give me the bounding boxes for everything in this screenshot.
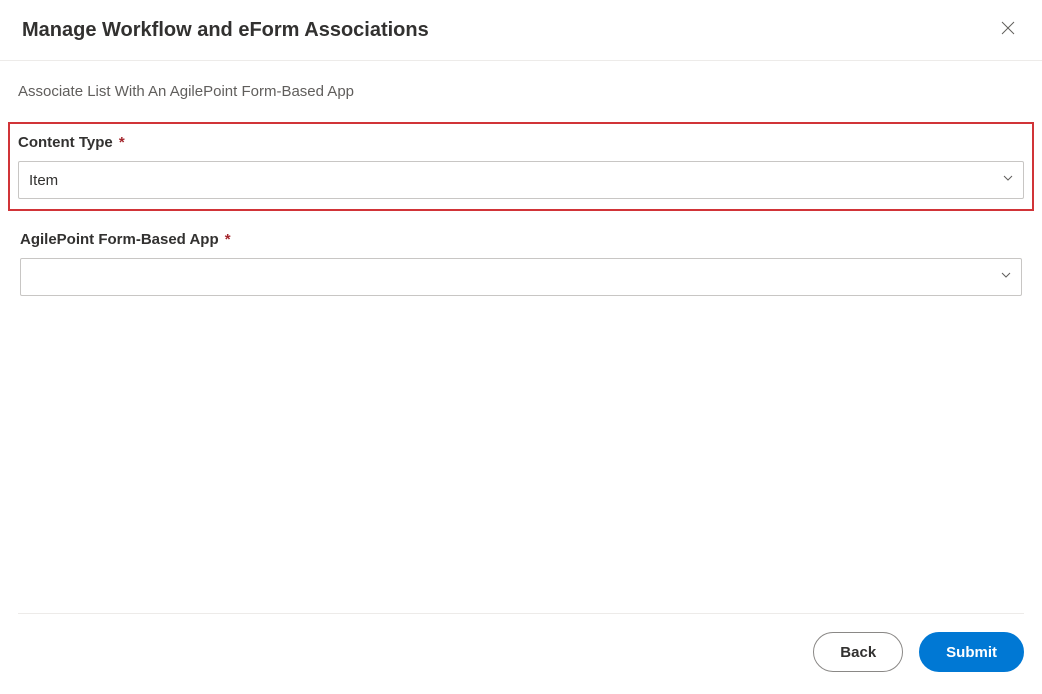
dialog-title: Manage Workflow and eForm Associations <box>22 19 429 42</box>
required-indicator: * <box>225 231 231 248</box>
subtitle: Associate List With An AgilePoint Form-B… <box>18 83 1024 100</box>
dialog-header: Manage Workflow and eForm Associations <box>0 0 1042 61</box>
content-type-label: Content Type * <box>18 134 1024 151</box>
content-type-field-group: Content Type * Item <box>8 122 1034 211</box>
content-type-select-wrapper: Item <box>18 161 1024 199</box>
dialog-content: Associate List With An AgilePoint Form-B… <box>0 61 1042 298</box>
dialog-footer: Back Submit <box>18 613 1024 694</box>
form-app-label: AgilePoint Form-Based App * <box>20 231 1022 248</box>
required-indicator: * <box>119 134 125 151</box>
content-type-select[interactable]: Item <box>18 161 1024 199</box>
close-button[interactable] <box>996 18 1020 42</box>
content-type-value: Item <box>29 172 58 189</box>
submit-button[interactable]: Submit <box>919 632 1024 672</box>
form-app-field-group: AgilePoint Form-Based App * <box>18 229 1024 298</box>
form-app-select-wrapper <box>20 258 1022 296</box>
close-icon <box>1001 21 1015 40</box>
form-app-select[interactable] <box>20 258 1022 296</box>
back-button[interactable]: Back <box>813 632 903 672</box>
